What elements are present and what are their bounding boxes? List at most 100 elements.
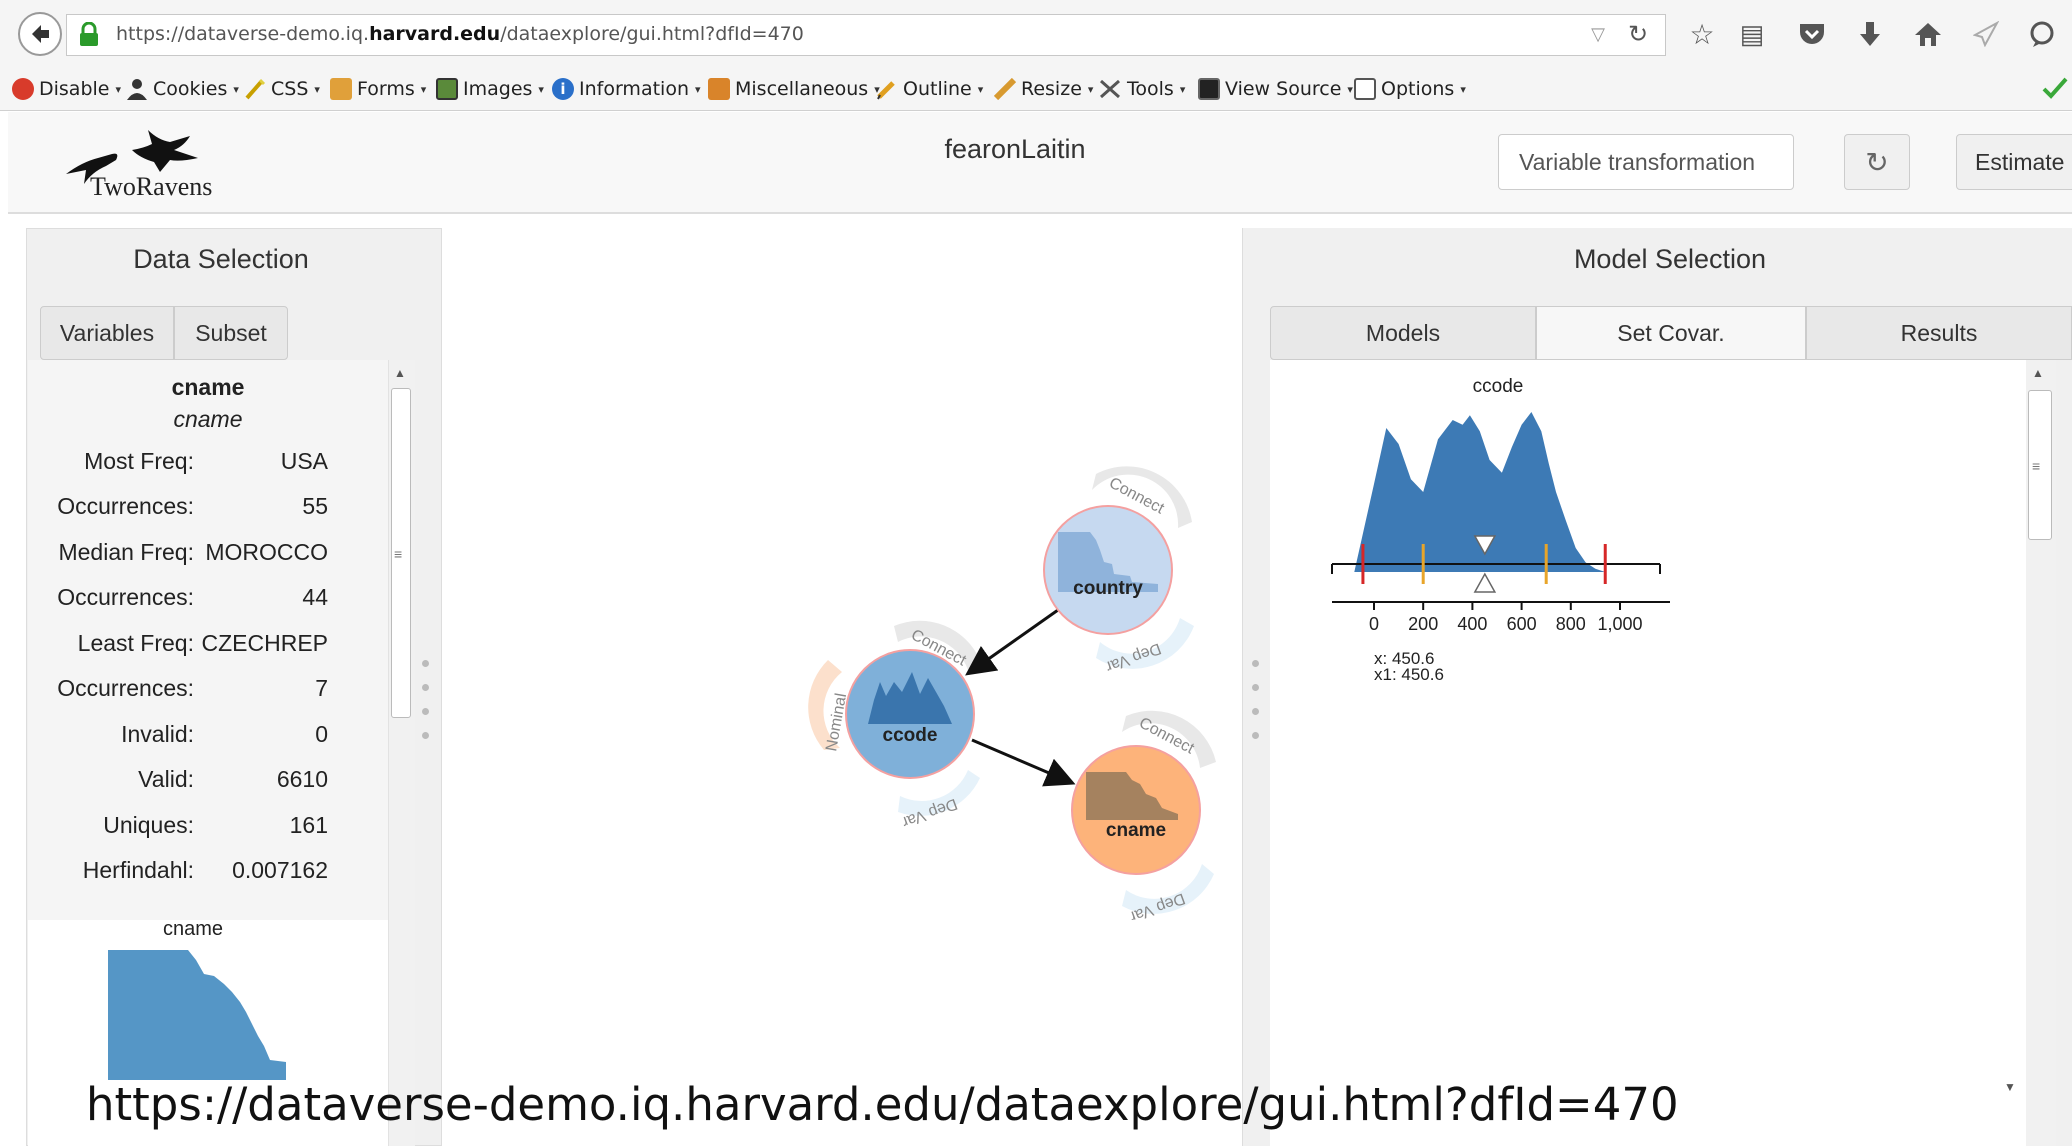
toolbar-item-label: View Source [1225,78,1342,100]
toolbar-item-label: Cookies [153,78,228,100]
toolbar-item-label: Images [463,78,533,100]
toolbar-item-label: CSS [271,78,309,100]
toolbar-item-label: Options [1381,78,1455,100]
stat-key: Most Freq: [84,448,194,474]
variable-graph[interactable]: Connect Dep Var Connect Nominal Dep Var … [800,460,1220,920]
toolbar-item-information[interactable]: i Information ▾ [552,76,701,102]
stat-value: USA [280,448,328,474]
person-icon [127,79,147,100]
pocket-icon[interactable] [1794,16,1830,52]
dataset-title: fearonLaitin [944,134,1086,164]
scroll-up-arrow-icon[interactable]: ▲ [2032,366,2044,380]
x-tick-label: 800 [1556,614,1586,634]
resize-grip-dot[interactable] [1252,684,1259,691]
home-icon[interactable] [1910,16,1946,52]
back-button[interactable] [18,12,62,56]
tools-icon [1100,79,1120,99]
country-depvar-label: Dep Var [1103,639,1163,675]
toolbar-item-label: Miscellaneous [735,78,869,100]
edge-country-ccode[interactable] [965,608,1059,676]
toolbar-item-outline[interactable]: Outline ▾ [876,76,983,102]
x1-readout: x1: 450.6 [1374,665,1444,684]
chat-bubble-icon[interactable] [2024,16,2060,52]
dropdown-triangle-icon[interactable]: ▽ [1580,16,1616,52]
ccode-density-chart[interactable]: ccode 0 200 400 600 800 1,000 x: 450.6 x1: 45… [1300,372,1720,702]
stat-value: 44 [302,584,328,610]
arrow-left-icon [32,25,49,43]
stat-key: Occurrences: [57,584,194,610]
stat-key: Herfindahl: [82,857,194,883]
download-icon[interactable] [1852,16,1888,52]
scroll-up-arrow-icon[interactable]: ▲ [394,366,406,380]
reader-list-icon[interactable]: ▤ [1734,16,1770,52]
node-cname-label: cname [1106,820,1166,841]
tab-models[interactable]: Models [1270,306,1536,360]
resize-grip-dot[interactable] [422,732,429,739]
reset-icon: ↻ [1865,146,1889,178]
stat-value: 0 [315,721,328,747]
scroll-grip-icon: ≡ [2032,458,2041,474]
resize-grip-dot[interactable] [1252,660,1259,667]
tab-set-covar[interactable]: Set Covar. [1536,306,1806,360]
variable-transformation-input[interactable]: Variable transformation [1498,134,1794,190]
edge-ccode-cname[interactable] [971,738,1076,787]
node-country[interactable]: country [1043,505,1173,635]
url-caption: https://dataverse-demo.iq.harvard.edu/da… [86,1078,1679,1131]
star-icon[interactable]: ☆ [1684,16,1720,52]
checkmark-icon [2042,77,2068,99]
variable-name: cname [171,374,245,400]
toolbar-item-images[interactable]: Images ▾ [436,76,544,102]
stat-value: CZECHREP [201,630,328,656]
reload-icon[interactable]: ↻ [1620,16,1656,52]
density-area [1354,412,1633,572]
cname-frequency-plot [108,950,286,1080]
send-icon[interactable] [1968,16,2004,52]
stat-value: 55 [302,493,328,519]
resize-grip-dot[interactable] [422,660,429,667]
scroll-down-arrow-icon[interactable]: ▼ [2004,1080,2016,1094]
chart-title: ccode [1473,376,1524,397]
variable-label: cname [173,406,243,432]
resize-grip-dot[interactable] [422,708,429,715]
toolbar-item-cookies[interactable]: Cookies ▾ [126,76,239,102]
stat-key: Occurrences: [57,493,194,519]
tab-subset[interactable]: Subset [174,306,288,360]
node-ccode[interactable]: ccode [845,649,975,779]
reset-button[interactable]: ↻ [1844,134,1910,190]
toolbar-item-label: Forms [357,78,415,100]
toolbar-item-label: Information [579,78,689,100]
stat-value: 161 [289,812,328,838]
resize-grip-dot[interactable] [1252,732,1259,739]
no-entry-icon [12,78,34,100]
stat-key: Uniques: [103,812,194,838]
stat-key: Invalid: [121,721,194,747]
toolbar-item-css[interactable]: CSS ▾ [244,76,320,102]
tab-variables[interactable]: Variables [40,306,174,360]
resize-grip-dot[interactable] [1252,708,1259,715]
toolbar-item-forms[interactable]: Forms ▾ [330,76,426,102]
estimate-button[interactable]: Estimate [1956,134,2072,190]
lock-icon [80,22,98,46]
variable-plot-title: cname [162,918,224,940]
info-icon: i [552,78,574,100]
toolbar-item-view-source[interactable]: View Source ▾ [1198,76,1353,102]
node-cname[interactable]: cname [1071,745,1201,875]
image-icon [436,78,458,100]
toolbar-item-disable[interactable]: Disable ▾ [12,76,121,102]
toolbar-item-miscellaneous[interactable]: Miscellaneous ▾ [708,76,880,102]
notebook-icon [708,78,730,100]
resize-grip-dot[interactable] [422,684,429,691]
toolbar-item-label: Outline [903,78,972,100]
node-country-label: country [1073,578,1143,599]
stat-value: 0.007162 [232,857,328,883]
toolbar-item-label: Resize [1021,78,1082,100]
stat-key: Least Freq: [77,630,194,656]
toolbar-item-resize[interactable]: Resize ▾ [994,76,1093,102]
terminal-icon [1198,78,1220,100]
toolbar-item-tools[interactable]: Tools ▾ [1098,76,1185,102]
tab-results[interactable]: Results [1806,306,2072,360]
stat-value: 7 [315,675,328,701]
model-selection-title: Model Selection [1573,244,1767,274]
x-tick-label: 600 [1507,614,1537,634]
toolbar-item-options[interactable]: Options ▾ [1354,76,1466,102]
